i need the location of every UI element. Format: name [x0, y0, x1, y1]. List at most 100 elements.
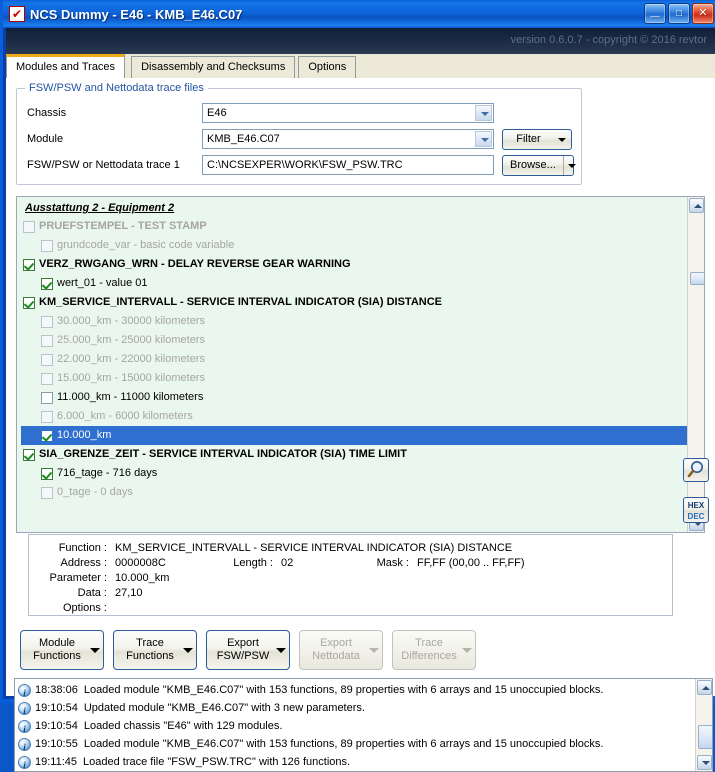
trace-differences-button: Trace Differences: [392, 630, 476, 670]
log-entry[interactable]: 19:10:54 Loaded chassis "E46" with 129 mo…: [15, 717, 695, 738]
checkbox[interactable]: [41, 239, 53, 252]
tree-row[interactable]: 716_tage - 716 days: [21, 464, 687, 483]
tree-row[interactable]: 22.000_km - 22000 kilometers: [21, 350, 687, 369]
detail-parameter-key: Parameter :: [49, 572, 107, 584]
log-timestamp: 18:38:06: [35, 684, 78, 696]
function-tree[interactable]: Ausstattung 2 - Equipment 2 PRUEFSTEMPEL…: [16, 196, 705, 533]
minimize-button[interactable]: _: [644, 3, 666, 24]
combo-value: KMB_E46.C07: [207, 133, 280, 145]
window-title: NCS Dummy - E46 - KMB_E46.C07: [30, 6, 243, 22]
checkbox[interactable]: [41, 277, 53, 290]
browse-button[interactable]: Browse...: [502, 154, 577, 176]
tree-row[interactable]: wert_01 - value 01: [21, 274, 687, 293]
checkbox[interactable]: [41, 334, 53, 347]
detail-options-key: Options :: [62, 602, 107, 614]
tree-row[interactable]: 15.000_km - 15000 kilometers: [21, 369, 687, 388]
chevron-down-icon[interactable]: [554, 130, 571, 149]
tree-row[interactable]: 11.000_km - 11000 kilometers: [21, 388, 687, 407]
log-panel[interactable]: 18:38:06 Loaded module "KMB_E46.C07" with…: [14, 678, 713, 772]
hex-label: HEX: [687, 501, 705, 510]
detail-data-value: 27,10: [115, 587, 143, 599]
checkbox[interactable]: [41, 353, 53, 366]
log-timestamp: 19:10:54: [35, 702, 78, 714]
close-button[interactable]: ✕: [692, 3, 714, 24]
chevron-down-icon[interactable]: [87, 631, 103, 669]
tree-row[interactable]: SIA_GRENZE_ZEIT - SERVICE INTERVAL INDIC…: [21, 445, 687, 464]
detail-function-key: Function :: [58, 542, 107, 554]
log-entry[interactable]: 19:11:45 Loaded trace file "FSW_PSW.TRC" …: [15, 753, 695, 771]
log-message: Loaded module "KMB_E46.C07" with 153 fun…: [83, 684, 604, 696]
chevron-down-icon[interactable]: [273, 631, 289, 669]
tab-options[interactable]: Options: [298, 56, 357, 78]
tree-row-label: 10.000_km: [57, 429, 112, 441]
log-timestamp: 19:10:55: [35, 738, 78, 750]
module-functions-button[interactable]: Module Functions: [20, 630, 104, 670]
button-label: Trace Differences: [393, 637, 459, 663]
log-scrollbar[interactable]: [695, 679, 712, 771]
maximize-icon: □: [675, 8, 683, 19]
checkbox[interactable]: [41, 372, 53, 385]
button-label-line2: FSW/PSW: [216, 650, 270, 662]
tree-row[interactable]: PRUEFSTEMPEL - TEST STAMP: [21, 217, 687, 236]
field-label: FSW/PSW or Nettodata trace 1: [27, 159, 180, 171]
function-detail-panel: Function : KM_SERVICE_INTERVALL - SERVICE…: [28, 534, 673, 616]
chevron-down-icon[interactable]: [475, 131, 492, 147]
tab-disassembly-and-checksums[interactable]: Disassembly and Checksums: [131, 56, 296, 78]
button-label-line1: Export: [227, 637, 259, 649]
checkbox[interactable]: [41, 410, 53, 423]
button-label-line1: Trace: [415, 637, 443, 649]
scrollbar-thumb[interactable]: [690, 272, 704, 285]
tree-row[interactable]: grundcode_var - basic code variable: [21, 236, 687, 255]
button-label-line2: Nettodata: [312, 650, 360, 662]
checkbox[interactable]: [23, 258, 35, 271]
tree-row[interactable]: VERZ_RWGANG_WRN - DELAY REVERSE GEAR WAR…: [21, 255, 687, 274]
log-scroll-down-icon[interactable]: [697, 755, 712, 770]
magnifier-icon: [687, 461, 703, 478]
hex-dec-toggle-button[interactable]: HEX DEC: [683, 497, 709, 523]
log-timestamp: 19:11:45: [35, 756, 78, 768]
checkbox[interactable]: [23, 448, 35, 461]
scroll-up-icon[interactable]: [689, 198, 704, 213]
tree-row-label: 0_tage - 0 days: [57, 486, 133, 498]
checkbox[interactable]: [41, 391, 53, 404]
log-entry[interactable]: 19:10:55 Loaded module "KMB_E46.C07" with…: [15, 735, 695, 756]
log-scrollbar-thumb[interactable]: [698, 725, 712, 749]
detail-length-key: Length :: [233, 557, 273, 569]
detail-address-value: 0000008C: [115, 557, 166, 569]
trace-path-input[interactable]: C:\NCSEXPER\WORK\FSW_PSW.TRC: [202, 155, 494, 175]
combo-module[interactable]: KMB_E46.C07: [202, 129, 494, 149]
filter-button[interactable]: Filter: [502, 128, 572, 150]
log-entry[interactable]: 19:10:54 Updated module "KMB_E46.C07" wit…: [15, 699, 695, 720]
detail-length-value: 02: [281, 557, 294, 569]
tree-row[interactable]: KM_SERVICE_INTERVALL - SERVICE INTERVAL …: [21, 293, 687, 312]
tree-row[interactable]: 25.000_km - 25000 kilometers: [21, 331, 687, 350]
tab-strip: Modules and Traces Disassembly and Checks…: [6, 54, 715, 79]
button-label: Export Nettodata: [300, 637, 366, 663]
chevron-down-icon[interactable]: [475, 105, 492, 121]
info-icon: [18, 755, 31, 771]
log-entry[interactable]: 18:38:06 Loaded module "KMB_E46.C07" with…: [15, 681, 695, 702]
export-fsw-psw-button[interactable]: Export FSW/PSW: [206, 630, 290, 670]
tree-row[interactable]: 10.000_km: [21, 426, 687, 445]
checkbox[interactable]: [23, 296, 35, 309]
minimize-icon: _: [650, 2, 660, 19]
magnifier-button[interactable]: [683, 458, 709, 482]
tree-row[interactable]: 6.000_km - 6000 kilometers: [21, 407, 687, 426]
combo-chassis[interactable]: E46: [202, 103, 494, 123]
button-label-line2: Functions: [126, 650, 174, 662]
tree-row[interactable]: 0_tage - 0 days: [21, 483, 687, 502]
trace-functions-button[interactable]: Trace Functions: [113, 630, 197, 670]
log-scroll-up-icon[interactable]: [697, 680, 712, 695]
tree-row-label: 25.000_km - 25000 kilometers: [57, 334, 205, 346]
maximize-button[interactable]: □: [668, 3, 690, 24]
checkbox[interactable]: [41, 467, 53, 480]
checkbox[interactable]: [41, 429, 53, 442]
button-label: Module Functions: [21, 637, 87, 663]
chevron-down-icon[interactable]: [562, 155, 577, 175]
chevron-down-icon[interactable]: [180, 631, 196, 669]
checkbox[interactable]: [41, 315, 53, 328]
checkbox[interactable]: [41, 486, 53, 499]
tree-row[interactable]: 30.000_km - 30000 kilometers: [21, 312, 687, 331]
tab-modules-and-traces[interactable]: Modules and Traces: [6, 54, 126, 78]
checkbox[interactable]: [23, 220, 35, 233]
